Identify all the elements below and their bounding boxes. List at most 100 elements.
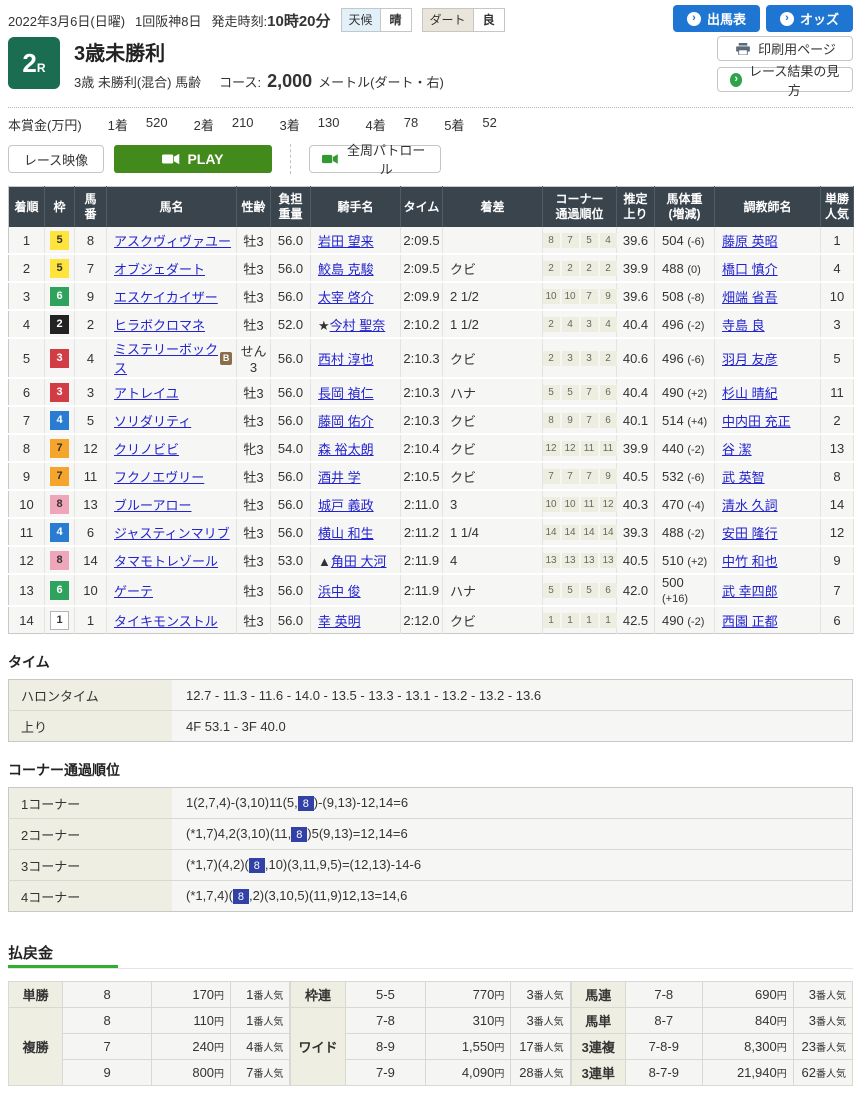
time-row-value: 4F 53.1 - 3F 40.0	[172, 711, 853, 742]
margin: クビ	[443, 606, 543, 634]
horse-name-link[interactable]: タマモトレゾール	[114, 551, 218, 570]
result-guide-button[interactable]: › レース結果の見方	[717, 67, 853, 92]
jockey-name-link[interactable]: 横山 和生	[318, 526, 374, 541]
horse-name-link[interactable]: フクノエヴリー	[114, 467, 204, 486]
corner-order-post: )-(9,13)-12,14=6	[314, 795, 408, 810]
horse-name-wrap: ブルーアロー	[114, 495, 234, 514]
trainer-name-link[interactable]: 中竹 和也	[722, 554, 778, 569]
race-video-button[interactable]: レース映像	[8, 145, 104, 173]
horse-weight-diff: (0)	[687, 264, 700, 276]
jockey-name-link[interactable]: 西村 淳也	[318, 352, 374, 367]
jockey-name-link[interactable]: 今村 聖奈	[330, 318, 386, 333]
column-header: 馬名	[107, 187, 237, 228]
jockey-name-link[interactable]: 長岡 禎仁	[318, 386, 374, 401]
print-page-button[interactable]: 印刷用ページ	[717, 36, 853, 61]
sex-age: 牡3	[237, 254, 271, 282]
payout-amount: 4,090円	[426, 1060, 511, 1086]
jockey-name-link[interactable]: 角田 大河	[331, 554, 387, 569]
payout-amount: 110円	[151, 1008, 230, 1034]
sex-age: 牡3	[237, 546, 271, 574]
meeting-label: 1回阪神8日	[135, 11, 201, 30]
table-row: 745ソリダリティ牡356.0藤岡 佑介2:10.3クビ897640.1514 …	[9, 406, 854, 434]
divider	[8, 968, 853, 969]
trainer-name-link[interactable]: 畑端 省吾	[722, 290, 778, 305]
column-header: 着差	[443, 187, 543, 228]
popularity-suffix: 番人気	[253, 991, 283, 1002]
column-header: 推定 上り	[617, 187, 655, 228]
trainer-name-link[interactable]: 清水 久詞	[722, 498, 778, 513]
trainer-name-link[interactable]: 武 英智	[722, 470, 765, 485]
bracket-cell: 7	[45, 462, 75, 490]
trainer-name-link[interactable]: 藤原 英昭	[722, 234, 778, 249]
patrol-video-button[interactable]: 全周パトロール	[309, 145, 441, 173]
horse-name-link[interactable]: タイキモンストル	[114, 611, 218, 630]
horse-name-link[interactable]: アトレイユ	[114, 383, 179, 402]
corner-position: 10	[562, 497, 579, 512]
horse-name-link[interactable]: ミステリーボックス	[114, 339, 220, 377]
horse-name-link[interactable]: ゲーテ	[114, 581, 153, 600]
race-number: 2	[22, 48, 36, 79]
trainer-name-link[interactable]: 安田 隆行	[722, 526, 778, 541]
horse-weight-diff: (-2)	[687, 528, 704, 540]
jockey-name-link[interactable]: 酒井 学	[318, 470, 361, 485]
prize-item: 5着52	[444, 115, 497, 134]
trainer-name-link[interactable]: 杉山 晴紀	[722, 386, 778, 401]
carried-weight: 56.0	[271, 338, 311, 378]
trainer-name-link[interactable]: 羽月 友彦	[722, 352, 778, 367]
horse-name-link[interactable]: オブジェダート	[114, 259, 205, 278]
trainer-name-link[interactable]: 寺島 良	[722, 318, 765, 333]
corner-section-title: コーナー通過順位	[8, 760, 853, 780]
jockey-name-link[interactable]: 城戸 義政	[318, 498, 374, 513]
odds-button[interactable]: › オッズ	[766, 5, 853, 32]
carried-weight: 56.0	[271, 227, 311, 254]
margin: 1 1/2	[443, 310, 543, 338]
horse-number: 14	[75, 546, 107, 574]
jockey-cell: 太宰 啓介	[311, 282, 401, 310]
payout-combination: 8-7-9	[625, 1060, 702, 1086]
trainer-name-link[interactable]: 武 幸四郎	[722, 584, 778, 599]
jockey-name-link[interactable]: 鮫島 克駿	[318, 262, 374, 277]
trainer-name-link[interactable]: 橋口 慎介	[722, 262, 778, 277]
horse-name-link[interactable]: クリノビビ	[114, 439, 179, 458]
jockey-name-link[interactable]: 藤岡 佑介	[318, 414, 374, 429]
finish-time: 2:10.3	[401, 378, 443, 406]
win-popularity: 13	[821, 434, 854, 462]
jockey-name-link[interactable]: 太宰 啓介	[318, 290, 374, 305]
horse-name-link[interactable]: ソリダリティ	[114, 411, 191, 430]
trainer-name-link[interactable]: 中内田 充正	[722, 414, 791, 429]
margin: 1 1/4	[443, 518, 543, 546]
entries-button[interactable]: › 出馬表	[673, 5, 760, 32]
corner-position: 11	[581, 497, 598, 512]
time-table-body: ハロンタイム12.7 - 11.3 - 11.6 - 14.0 - 13.5 -…	[9, 680, 853, 742]
corner-position: 2	[600, 351, 617, 366]
corner-position: 5	[562, 385, 579, 400]
jockey-name-link[interactable]: 森 裕太朗	[318, 442, 374, 457]
horse-name-link[interactable]: ジャスティンマリブ	[114, 523, 230, 542]
jockey-name-link[interactable]: 岩田 望来	[318, 234, 374, 249]
jockey-name-link[interactable]: 浜中 俊	[318, 584, 361, 599]
table-row: 369エスケイカイザー牡356.0太宰 啓介2:09.92 1/21010793…	[9, 282, 854, 310]
trainer-name-link[interactable]: 谷 潔	[722, 442, 752, 457]
trainer-name-link[interactable]: 西園 正都	[722, 614, 778, 629]
play-button[interactable]: PLAY	[114, 145, 272, 173]
bracket-cell: 6	[45, 574, 75, 606]
side-buttons: 印刷用ページ › レース結果の見方	[717, 36, 853, 92]
payout-row: 馬単8-7840円3番人気	[571, 1008, 852, 1034]
jockey-name-link[interactable]: 幸 英明	[318, 614, 361, 629]
margin: 4	[443, 546, 543, 574]
bracket-number: 6	[50, 581, 69, 600]
horse-name-link[interactable]: エスケイカイザー	[114, 287, 218, 306]
finish-time: 2:10.4	[401, 434, 443, 462]
horse-name-cell: タマモトレゾール	[107, 546, 237, 574]
corner-row: 1コーナー1(2,7,4)-(3,10)11(5,8)-(9,13)-12,14…	[9, 788, 853, 819]
horse-number: 7	[75, 254, 107, 282]
payout-amount: 800円	[151, 1060, 230, 1086]
corner-position: 9	[562, 413, 579, 428]
horse-name-link[interactable]: アスクヴィヴァユー	[114, 231, 231, 250]
horse-weight: 508	[662, 289, 687, 304]
horse-name-link[interactable]: ブルーアロー	[114, 495, 191, 514]
corner-row-label: 2コーナー	[9, 819, 173, 850]
column-header: 負担 重量	[271, 187, 311, 228]
horse-name-wrap: ミステリーボックスB	[114, 339, 234, 377]
horse-name-link[interactable]: ヒラボクロマネ	[114, 315, 205, 334]
